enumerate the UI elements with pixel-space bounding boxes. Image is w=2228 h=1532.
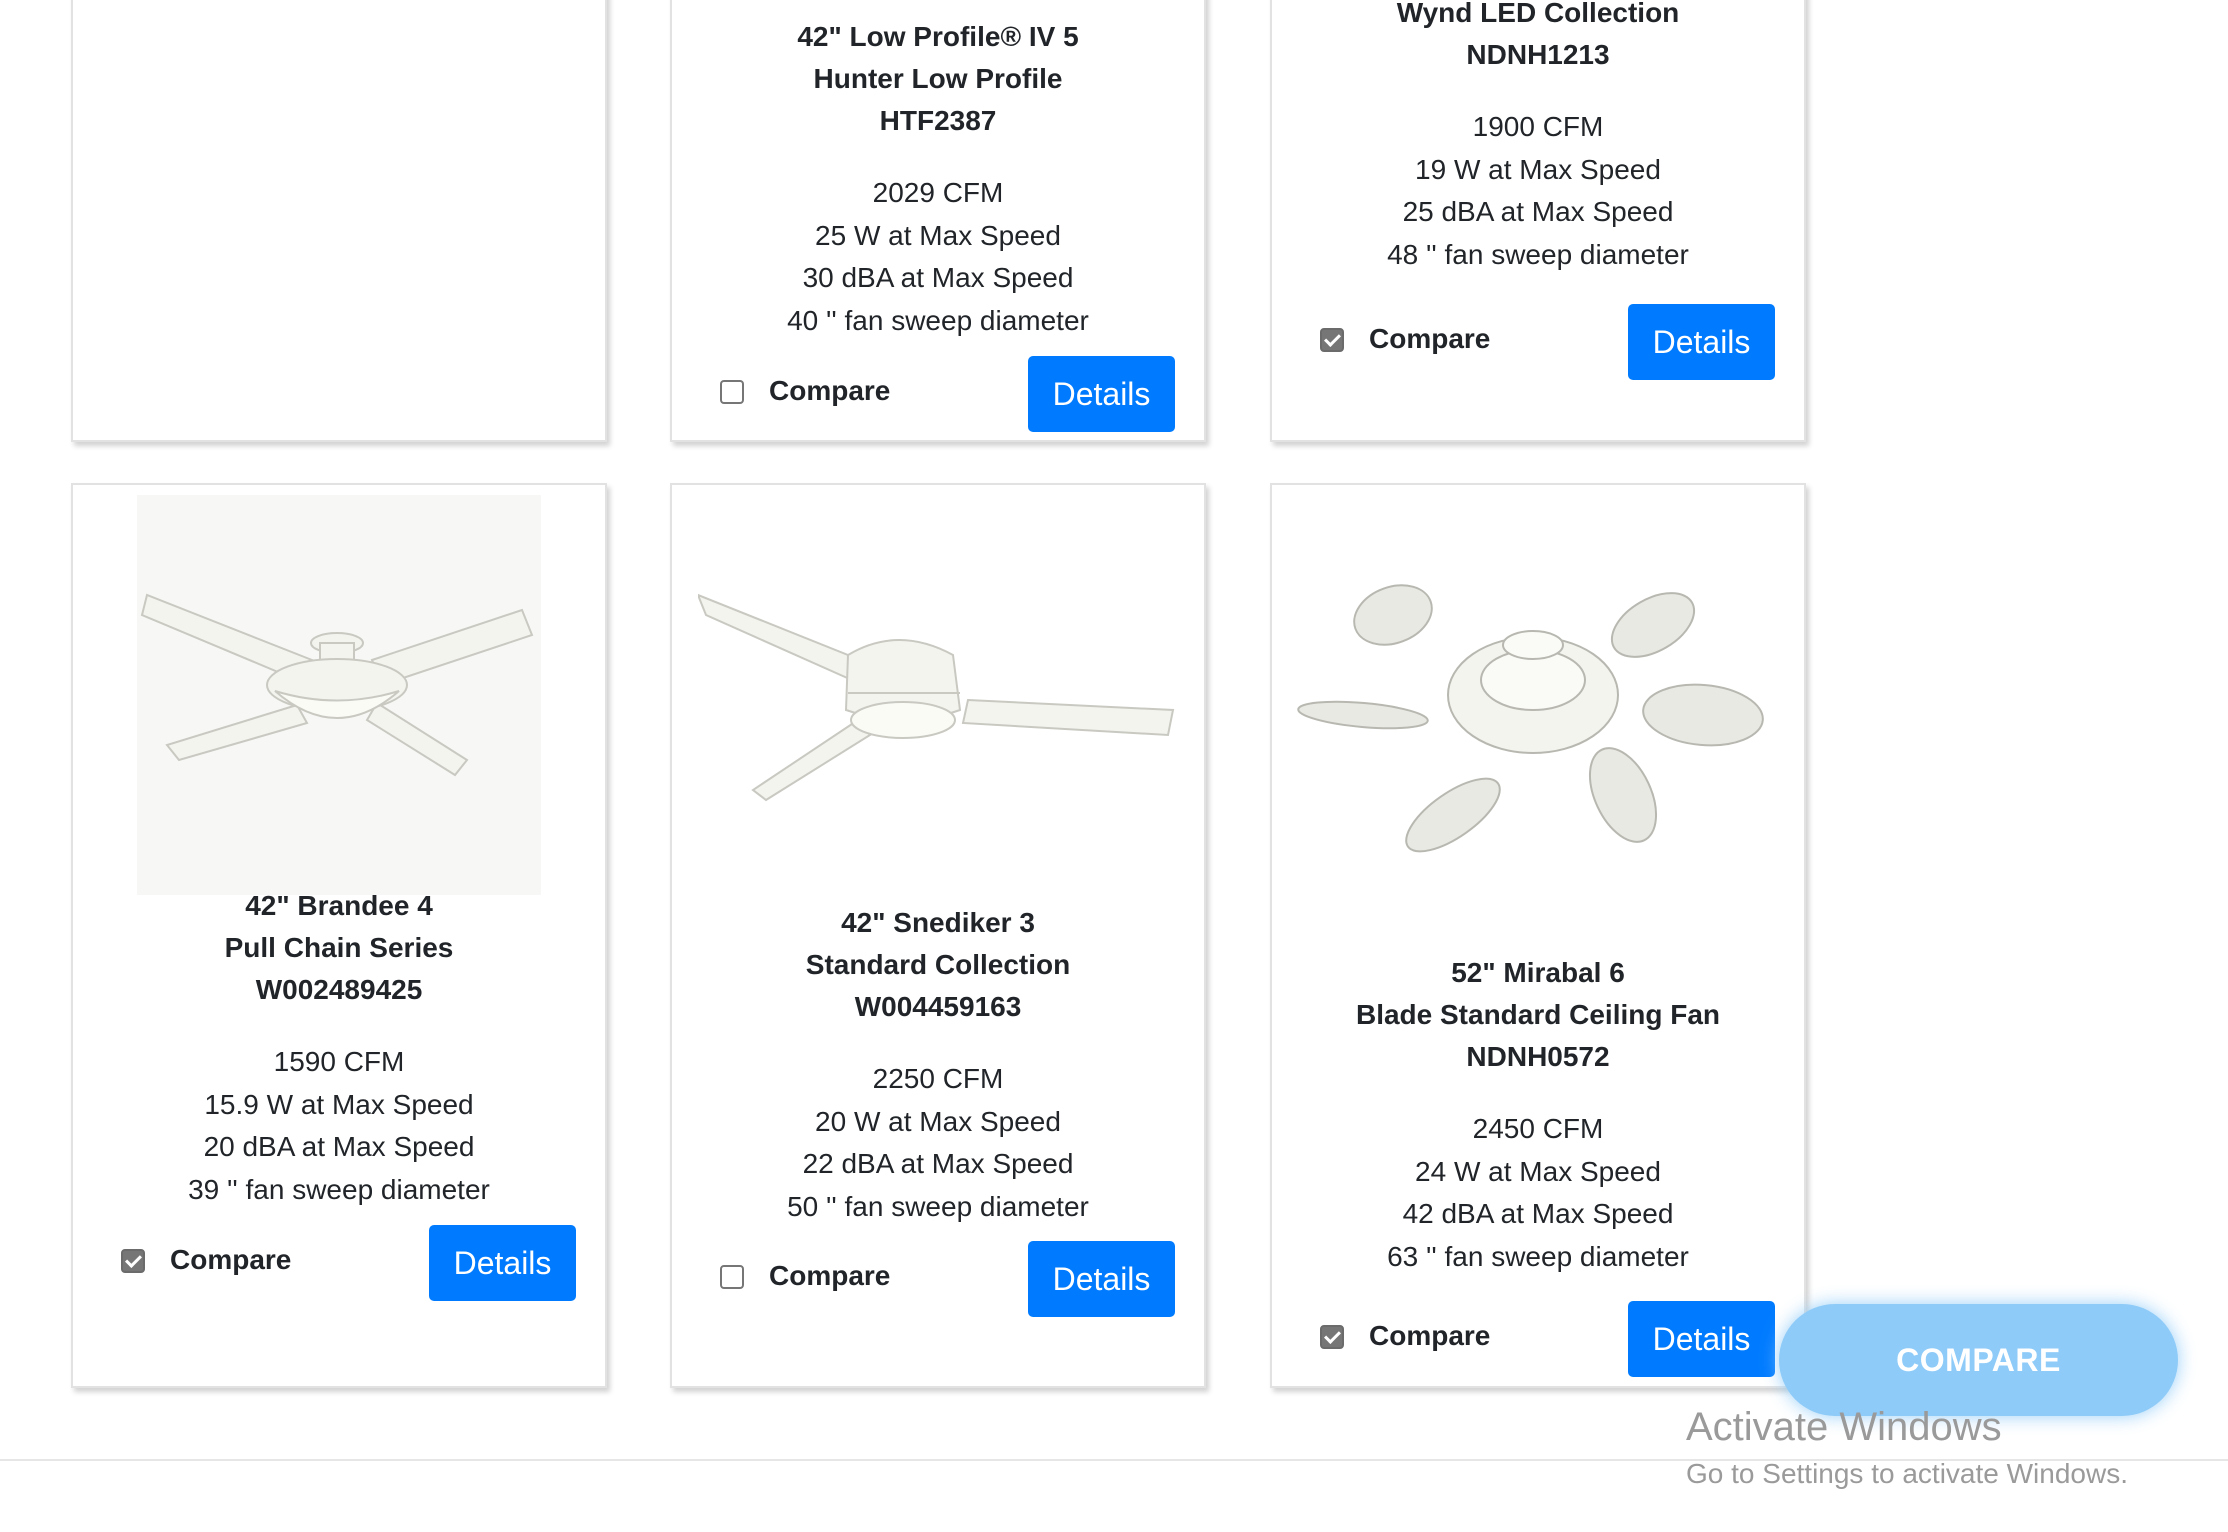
product-image xyxy=(1272,575,1804,875)
product-specs: 1900 CFM 19 W at Max Speed 25 dBA at Max… xyxy=(1272,106,1804,276)
product-card-empty xyxy=(71,0,607,442)
product-name-line: HTF2387 xyxy=(879,105,997,136)
spec-cfm: 2450 CFM xyxy=(1472,1113,1604,1144)
product-card-ndnh1213: Wynd LED Collection NDNH1213 1900 CFM 19… xyxy=(1270,0,1806,442)
compare-label[interactable]: Compare xyxy=(769,374,890,408)
spec-dba: 22 dBA at Max Speed xyxy=(802,1148,1074,1179)
spec-sweep: 50 '' fan sweep diameter xyxy=(787,1190,1089,1222)
spec-sweep: 63 '' fan sweep diameter xyxy=(1387,1240,1689,1272)
product-name-line: W004459163 xyxy=(854,991,1022,1022)
product-name-line: Standard Collection xyxy=(805,949,1071,980)
product-specs: 2250 CFM 20 W at Max Speed 22 dBA at Max… xyxy=(672,1058,1204,1228)
product-name: 52" Mirabal 6 Blade Standard Ceiling Fan… xyxy=(1272,952,1804,1078)
product-name: 42" Snediker 3 Standard Collection W0044… xyxy=(672,902,1204,1028)
spec-cfm: 2029 CFM xyxy=(872,177,1004,208)
spec-sweep: 39 '' fan sweep diameter xyxy=(188,1173,490,1205)
compare-row: Compare Details xyxy=(1272,1301,1804,1377)
compare-checkbox[interactable] xyxy=(121,1249,145,1273)
details-button[interactable]: Details xyxy=(429,1225,576,1301)
product-name-line: Blade Standard Ceiling Fan xyxy=(1355,999,1721,1030)
spec-dba: 30 dBA at Max Speed xyxy=(802,262,1074,293)
product-info: Wynd LED Collection NDNH1213 1900 CFM 19… xyxy=(1272,0,1804,276)
compare-floating-button[interactable]: COMPARE xyxy=(1779,1304,2178,1416)
product-specs: 2029 CFM 25 W at Max Speed 30 dBA at Max… xyxy=(672,172,1204,342)
spec-watts: 25 W at Max Speed xyxy=(815,219,1061,251)
three-blade-ceiling-fan-with-light-icon xyxy=(698,593,1175,802)
details-button[interactable]: Details xyxy=(1628,304,1775,380)
details-button[interactable]: Details xyxy=(1628,1301,1775,1377)
product-name-line: Hunter Low Profile xyxy=(813,63,1063,94)
product-name-line: 42" Brandee 4 xyxy=(245,890,433,921)
spec-watts: 15.9 W at Max Speed xyxy=(204,1088,474,1120)
spec-sweep: 40 '' fan sweep diameter xyxy=(787,304,1089,336)
compare-checkbox[interactable] xyxy=(720,1265,744,1289)
product-card-htf2387: 42" Low Profile® IV 5 Hunter Low Profile… xyxy=(670,0,1206,442)
spec-cfm: 2250 CFM xyxy=(872,1063,1004,1094)
product-name: 42" Low Profile® IV 5 Hunter Low Profile… xyxy=(672,16,1204,142)
details-button[interactable]: Details xyxy=(1028,356,1175,432)
product-image xyxy=(672,545,1204,845)
spec-dba: 20 dBA at Max Speed xyxy=(203,1131,475,1162)
compare-checkbox[interactable] xyxy=(1320,328,1344,352)
compare-row: Compare Details xyxy=(672,1241,1204,1317)
six-blade-ceiling-fan-icon xyxy=(1297,584,1764,853)
spec-dba: 42 dBA at Max Speed xyxy=(1402,1198,1674,1229)
spec-sweep: 48 '' fan sweep diameter xyxy=(1387,238,1689,270)
product-specs: 2450 CFM 24 W at Max Speed 42 dBA at Max… xyxy=(1272,1108,1804,1278)
product-name-line: 42" Snediker 3 xyxy=(841,907,1035,938)
spec-cfm: 1900 CFM xyxy=(1472,111,1604,142)
product-name-line: 52" Mirabal 6 xyxy=(1451,957,1625,988)
spec-watts: 24 W at Max Speed xyxy=(1415,1155,1661,1187)
product-card-w004459163: 42" Snediker 3 Standard Collection W0044… xyxy=(670,483,1206,1388)
product-info: 52" Mirabal 6 Blade Standard Ceiling Fan… xyxy=(1272,952,1804,1278)
product-name-line: Pull Chain Series xyxy=(224,932,454,963)
product-name: 42" Brandee 4 Pull Chain Series W0024894… xyxy=(73,885,605,1011)
activate-windows-title: Activate Windows xyxy=(1686,1405,2002,1449)
compare-label[interactable]: Compare xyxy=(769,1259,890,1293)
product-info: 42" Brandee 4 Pull Chain Series W0024894… xyxy=(73,885,605,1211)
spec-cfm: 1590 CFM xyxy=(273,1046,405,1077)
product-info: 42" Snediker 3 Standard Collection W0044… xyxy=(672,902,1204,1228)
compare-row: Compare Details xyxy=(1272,304,1804,380)
product-card-ndnh0572: 52" Mirabal 6 Blade Standard Ceiling Fan… xyxy=(1270,483,1806,1388)
compare-row: Compare Details xyxy=(672,356,1204,432)
product-name-line: NDNH0572 xyxy=(1466,1041,1610,1072)
product-card-w002489425: 42" Brandee 4 Pull Chain Series W0024894… xyxy=(71,483,607,1388)
four-blade-ceiling-fan-with-light-icon xyxy=(137,495,541,895)
compare-row: Compare Details xyxy=(73,1225,605,1301)
spec-watts: 19 W at Max Speed xyxy=(1415,153,1661,185)
product-name: Wynd LED Collection NDNH1213 xyxy=(1272,0,1804,76)
product-name-line: W002489425 xyxy=(255,974,423,1005)
product-info: 42" Low Profile® IV 5 Hunter Low Profile… xyxy=(672,16,1204,342)
product-image xyxy=(73,495,605,895)
spec-dba: 25 dBA at Max Speed xyxy=(1402,196,1674,227)
product-specs: 1590 CFM 15.9 W at Max Speed 20 dBA at M… xyxy=(73,1041,605,1211)
compare-checkbox[interactable] xyxy=(1320,1325,1344,1349)
compare-label[interactable]: Compare xyxy=(170,1243,291,1277)
compare-label[interactable]: Compare xyxy=(1369,322,1490,356)
activate-windows-subtitle: Go to Settings to activate Windows. xyxy=(1686,1458,2128,1489)
spec-watts: 20 W at Max Speed xyxy=(815,1105,1061,1137)
compare-label[interactable]: Compare xyxy=(1369,1319,1490,1353)
details-button[interactable]: Details xyxy=(1028,1241,1175,1317)
product-name-line: Wynd LED Collection xyxy=(1396,0,1680,28)
compare-checkbox[interactable] xyxy=(720,380,744,404)
product-name-line: NDNH1213 xyxy=(1466,39,1610,70)
product-name-line: 42" Low Profile® IV 5 xyxy=(797,21,1079,52)
